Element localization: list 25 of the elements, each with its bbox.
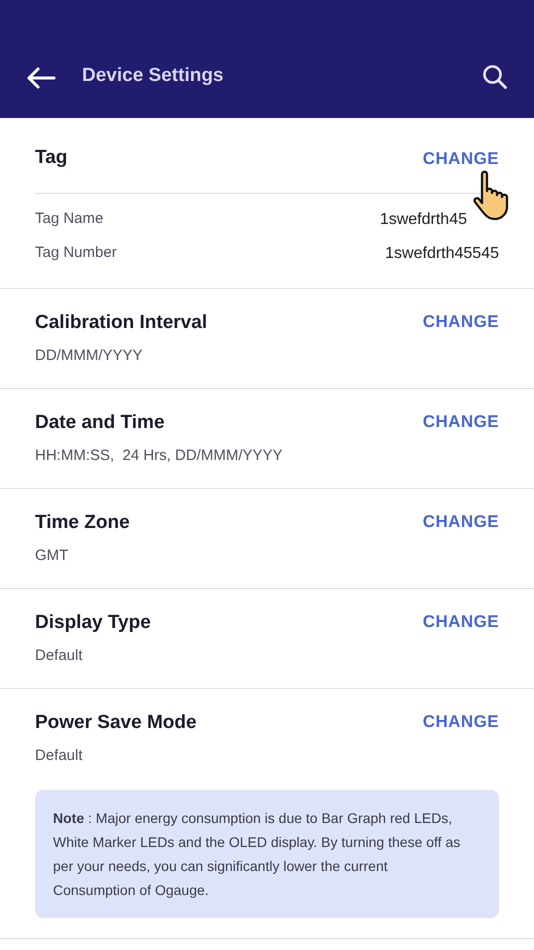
change-button[interactable]: CHANGE [422,408,499,434]
field-value: 1swefdrth45 [380,210,468,230]
section-value: GMT [35,546,70,566]
section-value: Default [35,746,84,766]
section-title: Date and Time [35,410,166,434]
section-title: Tag [35,146,68,170]
field-value: 1swefdrth45545 [385,244,499,264]
back-arrow-icon[interactable] [26,67,56,89]
section-value: DD/MMM/YYYY [35,346,144,366]
section-title: Calibration Interval [35,310,208,334]
section-title: Display Type [35,610,151,634]
screen-title: Device Settings [82,64,224,88]
section-title: Time Zone [35,510,130,534]
search-icon[interactable] [482,64,508,90]
change-button[interactable]: CHANGE [422,608,499,634]
section-value: HH:MM:SS, 24 Hrs, DD/MMM/YYYY [35,446,283,466]
field-label: Tag Name [35,209,104,230]
note-text: Note : Major energy consumption is due to Bar Graph red LEDs, White Marker LEDs and the OLED display. By turning these off as per your needs, you can significantly lower the current Consumption of Ogauge. [53,808,462,900]
change-button[interactable]: CHANGE [422,146,499,171]
field-label: Tag Number [35,243,117,264]
change-button[interactable]: CHANGE [422,308,499,334]
section-title: Power Save Mode [35,710,197,734]
section-value: Default [35,646,84,666]
change-button[interactable]: CHANGE [422,508,499,534]
change-button[interactable]: CHANGE [422,708,499,734]
